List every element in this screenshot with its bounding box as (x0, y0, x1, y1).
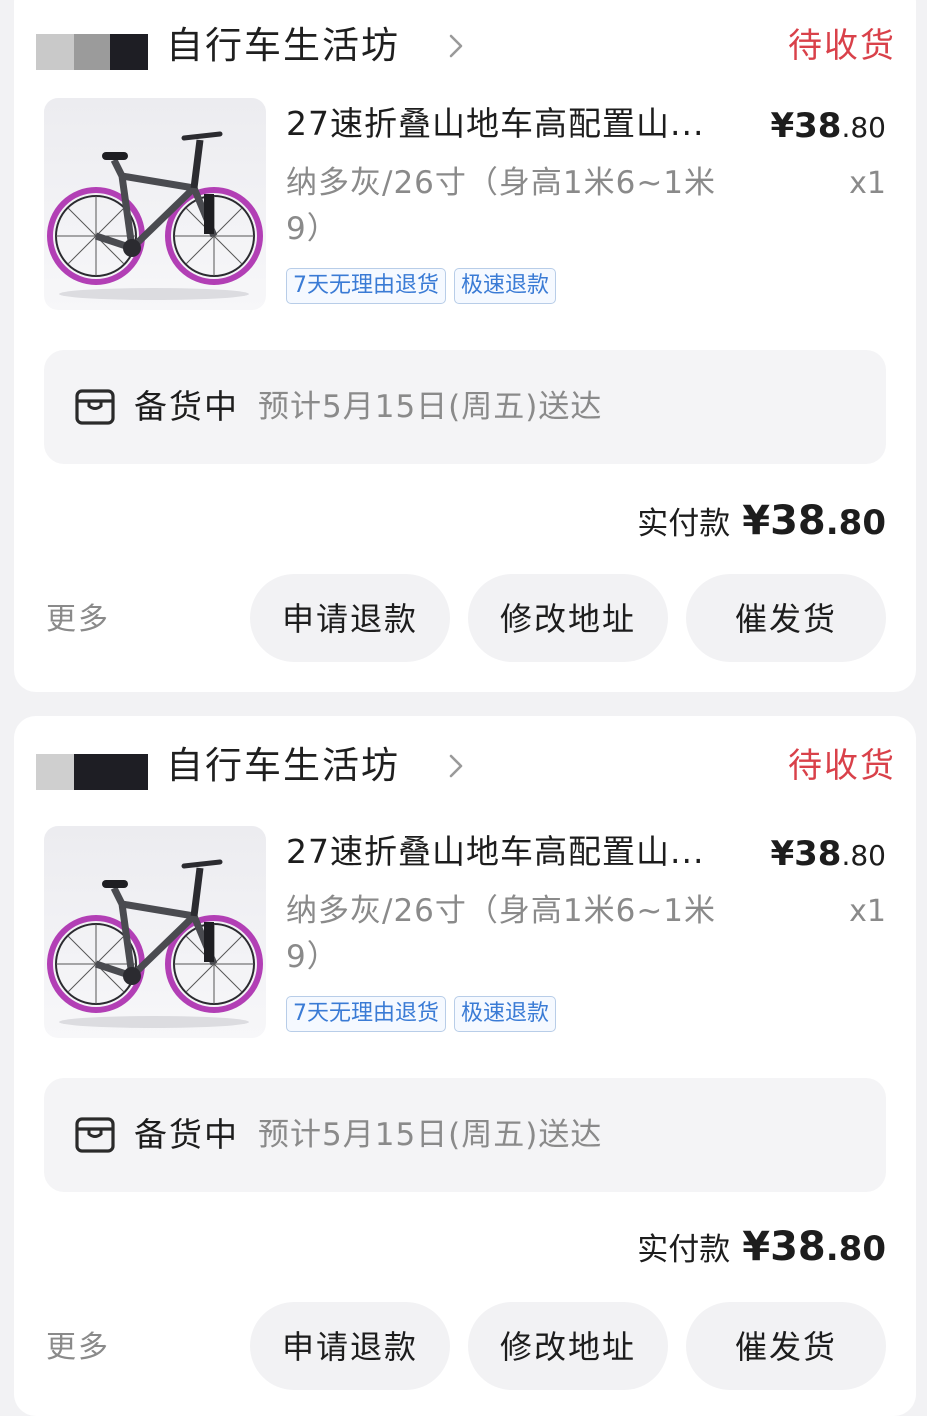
shop-avatar (36, 754, 148, 790)
paid-integer: ¥38 (742, 498, 826, 544)
more-button[interactable]: 更多 (46, 1322, 110, 1366)
paid-amount-row: 实付款 ¥38.80 (637, 498, 886, 544)
order-status: 待收货 (788, 746, 896, 786)
package-box-icon (75, 1117, 115, 1153)
shop-header[interactable]: 自行车生活坊 待收货 (36, 736, 896, 796)
price-decimal: .80 (841, 839, 886, 872)
product-spec: 纳多灰/26寸（身高1米6~1米9） (286, 893, 717, 975)
logistics-bar[interactable]: 备货中 预计5月15日(周五)送达 (44, 350, 886, 464)
price-integer: ¥38 (770, 106, 842, 146)
paid-label: 实付款 (637, 1232, 731, 1268)
paid-decimal: .80 (825, 503, 886, 543)
delivery-estimate: 预计5月15日(周五)送达 (258, 389, 603, 425)
modify-address-button[interactable]: 修改地址 (468, 574, 668, 662)
product-spec: 纳多灰/26寸（身高1米6~1米9） (286, 165, 717, 247)
package-box-icon (75, 389, 115, 425)
logistics-bar[interactable]: 备货中 预计5月15日(周五)送达 (44, 1078, 886, 1192)
order-card[interactable]: 自行车生活坊 待收货 27速折叠山地车高配置山... 纳多灰/26寸（身高1米6 (14, 0, 916, 692)
product-price: ¥38.80 (770, 104, 886, 150)
shop-name[interactable]: 自行车生活坊 (166, 736, 400, 796)
modify-address-button[interactable]: 修改地址 (468, 1302, 668, 1390)
product-title[interactable]: 27速折叠山地车高配置山... (286, 830, 726, 874)
paid-amount: ¥38.80 (742, 498, 886, 544)
service-tags: 7天无理由退货 极速退款 (286, 996, 557, 1032)
chevron-right-icon[interactable] (438, 748, 474, 784)
service-tags: 7天无理由退货 极速退款 (286, 268, 557, 304)
paid-amount: ¥38.80 (742, 1224, 886, 1270)
paid-decimal: .80 (825, 1229, 886, 1269)
tag-fast-refund: 极速退款 (454, 996, 557, 1032)
tag-return-7days: 7天无理由退货 (286, 268, 446, 304)
shop-header[interactable]: 自行车生活坊 待收货 (36, 16, 896, 76)
logistics-status: 备货中 (134, 387, 239, 426)
urge-shipment-button[interactable]: 催发货 (686, 1302, 886, 1390)
apply-refund-button[interactable]: 申请退款 (250, 574, 450, 662)
bicycle-image (47, 131, 263, 300)
price-integer: ¥38 (770, 834, 842, 874)
product-quantity: x1 (849, 166, 886, 201)
bicycle-image (47, 859, 263, 1028)
delivery-estimate: 预计5月15日(周五)送达 (258, 1117, 603, 1153)
tag-fast-refund: 极速退款 (454, 268, 557, 304)
more-button[interactable]: 更多 (46, 594, 110, 638)
order-card[interactable]: 自行车生活坊 待收货 27速折叠山地车高配置山... 纳多灰/26寸（身高1米6 (14, 716, 916, 1416)
price-decimal: .80 (841, 111, 886, 144)
shop-avatar (36, 34, 148, 70)
paid-amount-row: 实付款 ¥38.80 (637, 1224, 886, 1270)
order-status: 待收货 (788, 26, 896, 66)
product-title[interactable]: 27速折叠山地车高配置山... (286, 102, 726, 146)
product-price: ¥38.80 (770, 832, 886, 878)
logistics-status: 备货中 (134, 1115, 239, 1154)
apply-refund-button[interactable]: 申请退款 (250, 1302, 450, 1390)
product-image[interactable] (44, 826, 266, 1038)
paid-integer: ¥38 (742, 1224, 826, 1270)
paid-label: 实付款 (637, 506, 731, 542)
product-image[interactable] (44, 98, 266, 310)
product-quantity: x1 (849, 894, 886, 929)
shop-name[interactable]: 自行车生活坊 (166, 16, 400, 76)
tag-return-7days: 7天无理由退货 (286, 996, 446, 1032)
chevron-right-icon[interactable] (438, 28, 474, 64)
urge-shipment-button[interactable]: 催发货 (686, 574, 886, 662)
